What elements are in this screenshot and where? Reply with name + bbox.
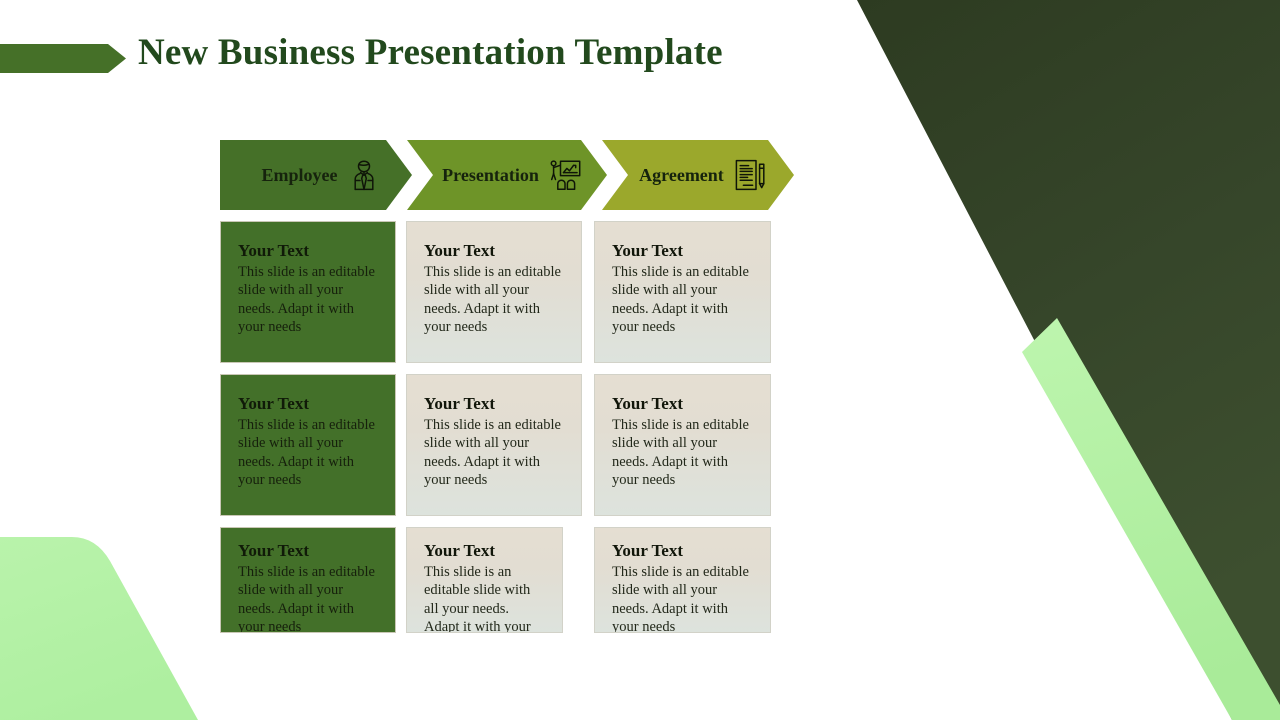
card-r1c1[interactable]: Your Text This slide is an editable slid… (220, 221, 396, 363)
step-employee[interactable]: Employee (220, 140, 412, 210)
card-r3c2[interactable]: Your Text This slide is an editable slid… (406, 527, 563, 633)
process-steps: Employee Presentation Agreement (220, 140, 794, 210)
card-body: This slide is an editable slide with all… (424, 563, 531, 633)
title-arrow-icon (0, 43, 126, 73)
corner-shape-bottom-left (0, 537, 198, 720)
card-title: Your Text (612, 394, 684, 413)
employee-icon (347, 158, 381, 192)
card-body: This slide is an editable slide with all… (424, 263, 561, 336)
step-agreement[interactable]: Agreement (602, 140, 794, 210)
card-body: This slide is an editable slide with all… (238, 263, 375, 336)
card-title: Your Text (238, 241, 310, 260)
card-r2c1[interactable]: Your Text This slide is an editable slid… (220, 374, 396, 516)
agreement-icon (733, 158, 767, 192)
card-body: This slide is an editable slide with all… (612, 263, 749, 336)
page-title: New Business Presentation Template (138, 31, 723, 73)
card-r2c3[interactable]: Your Text This slide is an editable slid… (594, 374, 771, 516)
presentation-icon (548, 158, 582, 192)
card-r1c2[interactable]: Your Text This slide is an editable slid… (406, 221, 582, 363)
card-body: This slide is an editable slide with all… (612, 416, 749, 489)
card-r1c3[interactable]: Your Text This slide is an editable slid… (594, 221, 771, 363)
card-title: Your Text (612, 541, 684, 560)
card-body: This slide is an editable slide with all… (612, 563, 749, 633)
step-employee-label: Employee (261, 165, 338, 185)
slide-canvas: New Business Presentation Template Emplo… (0, 0, 1280, 720)
slide-title-row: New Business Presentation Template (0, 26, 723, 78)
card-title: Your Text (238, 541, 310, 560)
card-title: Your Text (612, 241, 684, 260)
step-agreement-label: Agreement (639, 165, 724, 185)
card-r2c2[interactable]: Your Text This slide is an editable slid… (406, 374, 582, 516)
accent-stripe-right (1022, 318, 1280, 720)
card-title: Your Text (424, 241, 496, 260)
corner-shape-top-right (857, 0, 1280, 720)
card-body: This slide is an editable slide with all… (238, 416, 375, 489)
step-presentation[interactable]: Presentation (407, 140, 607, 210)
card-body: This slide is an editable slide with all… (424, 416, 561, 489)
card-title: Your Text (424, 541, 496, 560)
card-title: Your Text (238, 394, 310, 413)
card-r3c3[interactable]: Your Text This slide is an editable slid… (594, 527, 771, 633)
card-title: Your Text (424, 394, 496, 413)
step-presentation-label: Presentation (442, 165, 539, 185)
card-body: This slide is an editable slide with all… (238, 563, 375, 633)
card-r3c1[interactable]: Your Text This slide is an editable slid… (220, 527, 396, 633)
